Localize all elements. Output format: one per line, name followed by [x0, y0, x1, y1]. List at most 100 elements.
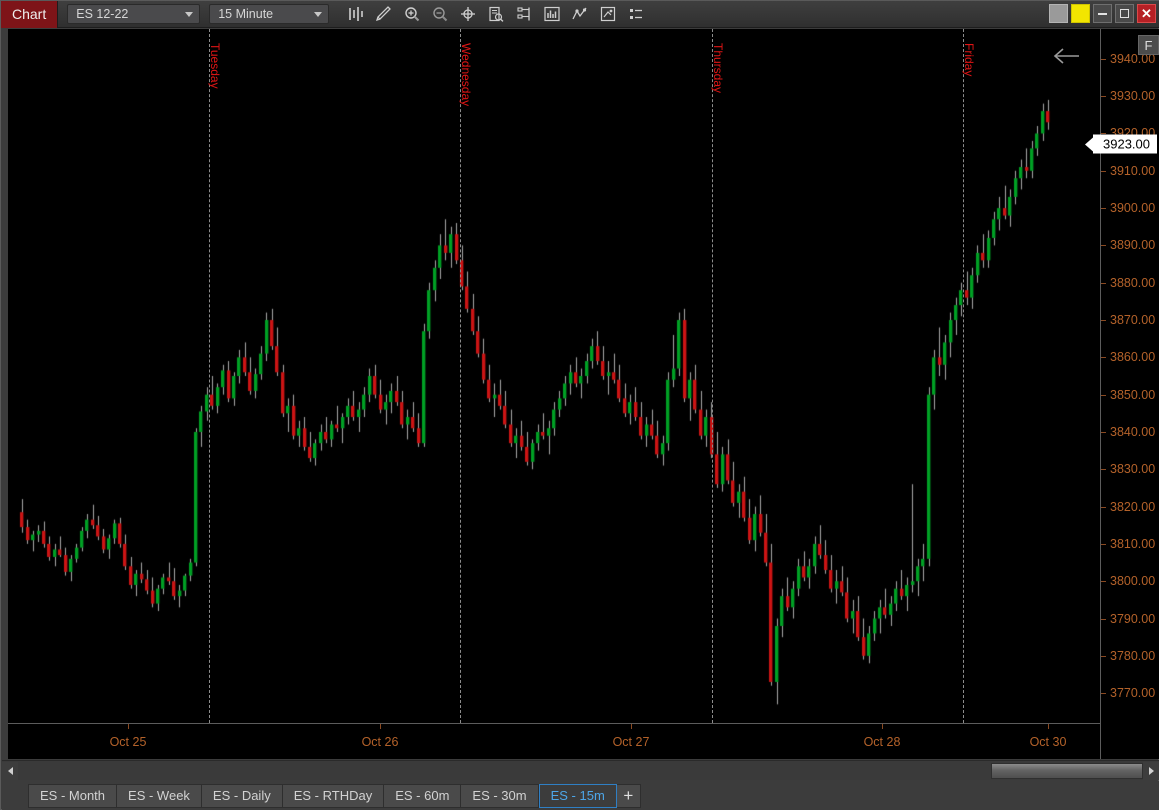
- close-button[interactable]: ✕: [1137, 4, 1156, 23]
- time-axis-label: Oct 28: [864, 735, 901, 749]
- candlestick-series: [8, 29, 1100, 723]
- time-axis-tick: [128, 724, 129, 729]
- chart-tab-es-month[interactable]: ES - Month: [28, 784, 117, 808]
- chart-tab-es-week[interactable]: ES - Week: [117, 784, 202, 808]
- time-axis-label: Oct 25: [110, 735, 147, 749]
- time-axis-tick: [380, 724, 381, 729]
- minimize-button[interactable]: [1093, 4, 1112, 23]
- crosshair-icon[interactable]: [455, 2, 481, 26]
- price-axis-tick: [1101, 96, 1106, 97]
- price-axis-label: 3830.00: [1110, 462, 1155, 476]
- day-separator-label: Wednesday: [459, 43, 473, 106]
- price-axis-label: 3840.00: [1110, 425, 1155, 439]
- day-separator-line: [712, 29, 713, 723]
- chart-tab-es-daily[interactable]: ES - Daily: [202, 784, 283, 808]
- chart-template-icon[interactable]: [511, 2, 537, 26]
- zoom-in-icon[interactable]: [399, 2, 425, 26]
- price-axis[interactable]: 3940.003930.003920.003910.003900.003890.…: [1100, 29, 1159, 759]
- time-axis-tick: [1048, 724, 1049, 729]
- price-axis-tick: [1101, 619, 1106, 620]
- price-axis-label: 3860.00: [1110, 350, 1155, 364]
- restore-down-button[interactable]: [1049, 4, 1068, 23]
- price-axis-label: 3870.00: [1110, 313, 1155, 327]
- day-separator-label: Tuesday: [208, 43, 222, 89]
- scrollbar-track[interactable]: [18, 762, 1143, 780]
- bar-type-icon[interactable]: [343, 2, 369, 26]
- price-axis-tick: [1101, 283, 1106, 284]
- price-axis-tick: [1101, 693, 1106, 694]
- day-separator-label: Friday: [962, 43, 976, 76]
- window-title: Chart: [1, 1, 58, 28]
- strategies-icon[interactable]: [567, 2, 593, 26]
- price-axis-tick: [1101, 245, 1106, 246]
- price-axis-label: 3910.00: [1110, 164, 1155, 178]
- chart-tab-es-60m[interactable]: ES - 60m: [384, 784, 461, 808]
- toolbar-icon-group: [343, 2, 649, 26]
- maximize-button[interactable]: [1115, 4, 1134, 23]
- scrollbar-thumb[interactable]: [991, 763, 1143, 779]
- chevron-down-icon: [185, 12, 193, 17]
- zoom-out-icon[interactable]: [427, 2, 453, 26]
- price-axis-label: 3780.00: [1110, 649, 1155, 663]
- price-axis-tick: [1101, 581, 1106, 582]
- chart-toolbar: Chart ES 12-22 15 Minute: [1, 1, 1159, 28]
- left-arrow-icon[interactable]: [1052, 46, 1082, 66]
- price-axis-tick: [1101, 171, 1106, 172]
- data-box-icon[interactable]: [483, 2, 509, 26]
- chart-tab-es-rthday[interactable]: ES - RTHDay: [283, 784, 385, 808]
- time-axis-label: Oct 26: [362, 735, 399, 749]
- close-icon: ✕: [1141, 7, 1152, 20]
- window-controls: ✕: [1049, 4, 1156, 23]
- instrument-dropdown[interactable]: ES 12-22: [67, 4, 200, 24]
- price-axis-tick: [1101, 208, 1106, 209]
- price-axis-tick: [1101, 656, 1106, 657]
- fullscreen-f-button[interactable]: F: [1138, 35, 1159, 55]
- chart-tab-es-15m[interactable]: ES - 15m: [539, 784, 617, 808]
- price-axis-label: 3800.00: [1110, 574, 1155, 588]
- chart-tab-bar: ES - MonthES - WeekES - DailyES - RTHDay…: [2, 781, 1159, 810]
- price-axis-label: 3930.00: [1110, 89, 1155, 103]
- time-axis-tick: [882, 724, 883, 729]
- add-tab-button[interactable]: +: [617, 784, 641, 808]
- ninjatrader-chart-window: Chart ES 12-22 15 Minute: [0, 0, 1159, 810]
- day-separator-line: [209, 29, 210, 723]
- price-axis-label: 3900.00: [1110, 201, 1155, 215]
- chart-tab-es-30m[interactable]: ES - 30m: [461, 784, 538, 808]
- day-separator-line: [460, 29, 461, 723]
- price-axis-tick: [1101, 320, 1106, 321]
- day-separator-line: [963, 29, 964, 723]
- interval-dropdown[interactable]: 15 Minute: [209, 4, 329, 24]
- interval-value: 15 Minute: [218, 7, 273, 21]
- price-axis-label: 3790.00: [1110, 612, 1155, 626]
- price-axis-label: 3880.00: [1110, 276, 1155, 290]
- price-axis-label: 3810.00: [1110, 537, 1155, 551]
- scroll-left-icon[interactable]: [2, 762, 18, 780]
- price-axis-tick: [1101, 544, 1106, 545]
- price-axis-label: 3850.00: [1110, 388, 1155, 402]
- price-axis-label: 3770.00: [1110, 686, 1155, 700]
- price-axis-label: 3820.00: [1110, 500, 1155, 514]
- link-yellow-button[interactable]: [1071, 4, 1090, 23]
- last-price-marker: 3923.00: [1093, 135, 1157, 154]
- drawing-tools-icon[interactable]: [371, 2, 397, 26]
- instrument-value: ES 12-22: [76, 7, 128, 21]
- price-axis-tick: [1101, 395, 1106, 396]
- properties-list-icon[interactable]: [623, 2, 649, 26]
- price-axis-tick: [1101, 469, 1106, 470]
- chevron-down-icon: [314, 12, 322, 17]
- time-axis[interactable]: Oct 25 Oct 26 Oct 27 Oct 28 Oct 30: [8, 723, 1100, 759]
- time-axis-label: Oct 27: [613, 735, 650, 749]
- price-axis-tick: [1101, 59, 1106, 60]
- chart-canvas-area: TuesdayWednesdayThursdayFriday © 2022 Ni…: [2, 29, 1159, 759]
- scroll-right-icon[interactable]: [1143, 762, 1159, 780]
- chart-trader-icon[interactable]: [595, 2, 621, 26]
- price-axis-tick: [1101, 432, 1106, 433]
- price-axis-label: 3890.00: [1110, 238, 1155, 252]
- price-axis-tick: [1101, 507, 1106, 508]
- price-plot[interactable]: TuesdayWednesdayThursdayFriday © 2022 Ni…: [8, 29, 1100, 759]
- horizontal-scrollbar[interactable]: [2, 760, 1159, 780]
- price-axis-tick: [1101, 357, 1106, 358]
- time-axis-label: Oct 30: [1030, 735, 1067, 749]
- indicators-icon[interactable]: [539, 2, 565, 26]
- day-separator-label: Thursday: [711, 43, 725, 93]
